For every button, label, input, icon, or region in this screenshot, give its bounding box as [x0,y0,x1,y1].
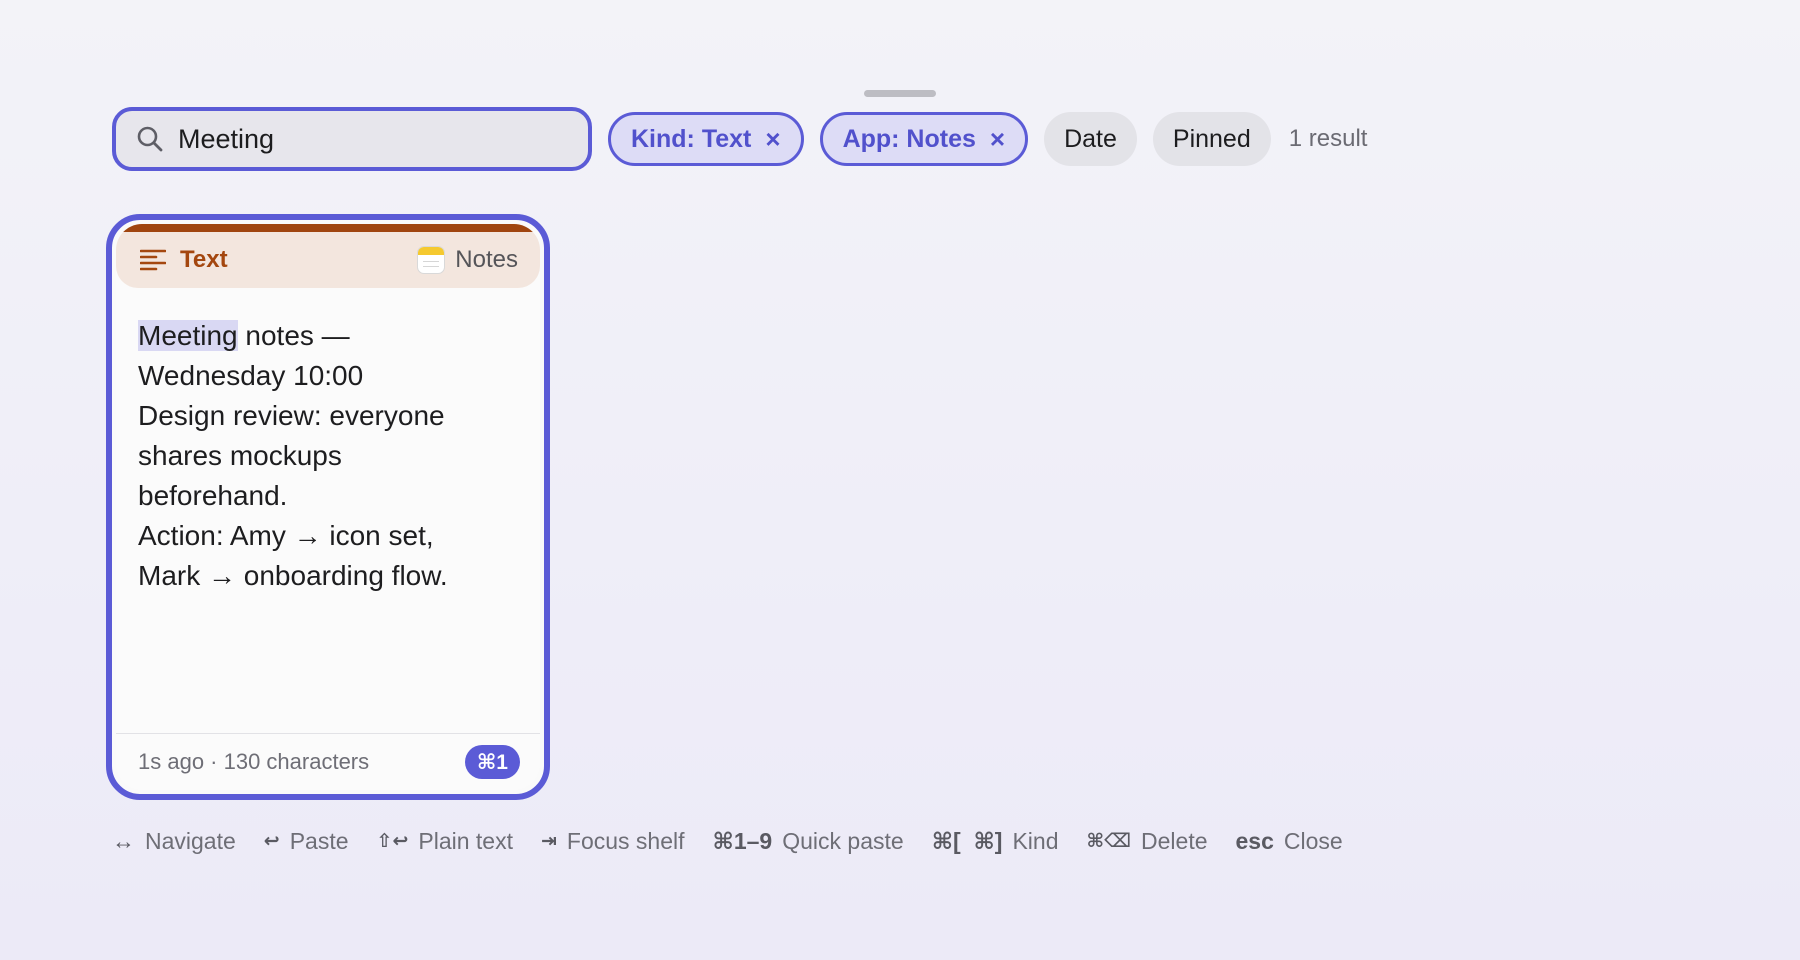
hint-navigate: ↔ Navigate [112,828,236,855]
close-icon[interactable]: × [765,124,780,155]
notes-app-icon [417,246,446,274]
hint-label: Kind [1012,828,1059,854]
hint-close: esc Close [1236,828,1343,855]
filter-chip-pinned-label: Pinned [1172,124,1251,153]
hint-key: esc [1235,828,1274,854]
clip-line: shares mockups [138,440,342,471]
clip-line: beforehand. [138,480,288,511]
hint-key: ⌘[ ⌘] [931,828,1003,854]
filter-chip-pinned[interactable]: Pinned [1152,112,1271,166]
search-match-highlight: Meeting [138,320,238,351]
source-app: Notes [417,246,518,274]
hint-delete: ⌘⌫ Delete [1087,828,1208,855]
clip-content: Meeting notes — Wednesday 10:00 Design r… [138,316,520,596]
hint-label: Delete [1141,828,1208,854]
hint-quick-paste: ⌘1–9 Quick paste [713,828,904,855]
hint-key: ↩ [263,831,280,852]
hint-label: Close [1283,828,1343,854]
search-input[interactable] [178,123,558,155]
hint-kind: ⌘[ ⌘] Kind [932,828,1059,855]
hint-key: ↔ [112,828,135,854]
hint-paste: ↩ Paste [264,828,349,855]
app-label: Notes [455,246,518,273]
kind-color-bar [116,224,540,232]
hint-key: ⇧↩ [376,831,409,852]
hint-key: ⌘1–9 [712,828,773,854]
filter-chip-app[interactable]: App: Notes × [819,112,1029,166]
filter-chip-app-label: App: Notes [842,124,976,153]
quick-paste-badge: ⌘1 [464,745,520,779]
hint-plain-text: ⇧↩ Plain text [377,828,513,855]
close-icon[interactable]: × [990,124,1005,155]
kind-label: Text [180,246,228,273]
hint-key: ⇥ [540,831,557,852]
clip-line: Mark → onboarding flow. [138,560,448,591]
filter-chip-date-label: Date [1064,124,1117,153]
drag-handle[interactable] [864,90,936,97]
hint-key: ⌘⌫ [1086,831,1132,852]
clip-line: Design review: everyone [138,400,445,431]
clip-card[interactable]: Text Notes Meeting notes — Wednesday 10:… [106,214,550,800]
clip-card-header: Text Notes [116,232,540,288]
hint-label: Paste [289,828,349,854]
clip-card-inner: Text Notes Meeting notes — Wednesday 10:… [116,224,540,790]
result-count: 1 result [1288,125,1368,152]
clip-meta: 1s ago · 130 characters [138,749,370,774]
filter-chip-kind-label: Kind: Text [631,124,752,153]
clip-line-rest: notes — [237,320,350,351]
clip-line: Meeting notes — [138,316,520,356]
hint-focus-shelf: ⇥ Focus shelf [541,828,685,855]
hint-label: Navigate [145,828,236,854]
clip-line: Action: Amy → icon set, [138,520,434,551]
search-box[interactable] [112,107,592,171]
hint-label: Plain text [418,828,513,854]
hint-label: Quick paste [782,828,904,854]
toolbar: Kind: Text × App: Notes × Date Pinned 1 … [112,107,1368,171]
keyboard-hints: ↔ Navigate ↩ Paste ⇧↩ Plain text ⇥ Focus… [112,828,1371,855]
clip-line: Wednesday 10:00 [138,360,364,391]
hint-label: Focus shelf [566,828,685,854]
search-icon [137,126,163,152]
filter-chip-kind[interactable]: Kind: Text × [608,112,804,166]
text-lines-icon [140,249,166,271]
clip-card-footer: 1s ago · 130 characters ⌘1 [116,733,540,790]
filter-chip-date[interactable]: Date [1044,112,1137,166]
